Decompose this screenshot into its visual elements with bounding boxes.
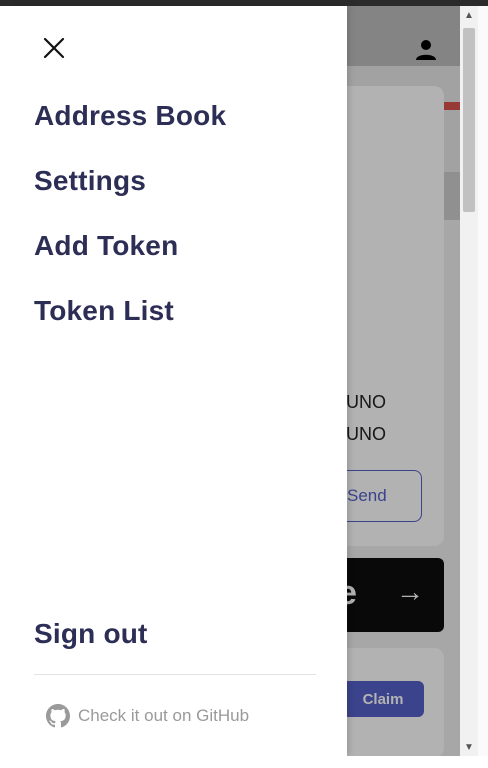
menu-item-address-book[interactable]: Address Book bbox=[34, 100, 226, 132]
sign-out-button[interactable]: Sign out bbox=[34, 618, 148, 650]
close-button[interactable] bbox=[38, 32, 70, 64]
menu-item-settings[interactable]: Settings bbox=[34, 165, 146, 197]
window-bottom-edge bbox=[0, 756, 488, 768]
menu-item-token-list[interactable]: Token List bbox=[34, 295, 174, 327]
drawer-divider bbox=[34, 674, 316, 675]
scroll-down-icon[interactable]: ▼ bbox=[460, 738, 478, 756]
github-icon bbox=[46, 704, 70, 728]
window-right-edge bbox=[478, 6, 488, 756]
vertical-scrollbar[interactable]: ▲ ▼ bbox=[460, 6, 478, 756]
scroll-up-icon[interactable]: ▲ bbox=[460, 6, 478, 24]
github-link-label: Check it out on GitHub bbox=[78, 706, 250, 725]
close-icon bbox=[43, 37, 65, 59]
scroll-thumb[interactable] bbox=[463, 28, 475, 212]
github-link[interactable]: Check it out on GitHub bbox=[46, 704, 249, 728]
menu-item-add-token[interactable]: Add Token bbox=[34, 230, 178, 262]
window-left-edge bbox=[0, 6, 8, 768]
navigation-drawer: Address Book Settings Add Token Token Li… bbox=[8, 6, 347, 756]
